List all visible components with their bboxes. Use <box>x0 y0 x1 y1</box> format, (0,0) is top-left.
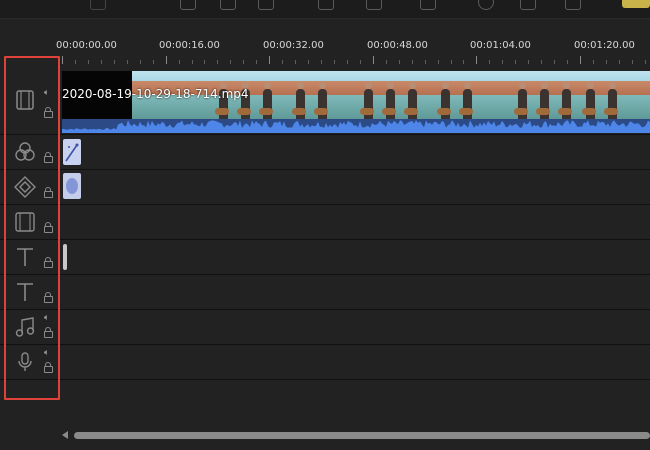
ruler-tick <box>592 60 594 64</box>
ruler-label: 00:01:04.00 <box>470 40 531 51</box>
text-clip[interactable] <box>63 244 67 270</box>
ruler-tick <box>321 60 322 64</box>
track-divider <box>0 134 650 135</box>
track-divider <box>0 204 650 205</box>
clip-thumbnail <box>576 71 650 119</box>
ruler-tick <box>411 60 413 64</box>
track-divider <box>0 239 650 240</box>
toolbar-icon[interactable] <box>90 0 106 10</box>
ruler-tick <box>424 60 426 64</box>
track-headers-highlight <box>4 56 60 400</box>
ruler-tick <box>372 56 374 64</box>
effect-clip[interactable] <box>63 139 81 165</box>
ruler-tick <box>243 60 245 64</box>
clip-thumbnail <box>354 71 429 119</box>
audio-waveform <box>62 119 650 133</box>
ruler-tick <box>631 60 633 64</box>
ruler-tick <box>256 60 258 64</box>
overlay-clip[interactable] <box>63 173 81 199</box>
ruler-tick <box>204 60 206 64</box>
ruler-tick <box>437 60 439 64</box>
ruler-tick <box>295 60 297 64</box>
track-divider <box>0 309 650 310</box>
ruler-tick <box>515 60 517 64</box>
ruler-tick <box>463 60 465 64</box>
ruler-tick <box>178 60 180 64</box>
overlay-thumbnail-icon <box>66 178 78 194</box>
ruler-tick <box>62 56 63 64</box>
ruler-tick <box>528 60 530 64</box>
clip-thumbnail <box>280 71 355 119</box>
ruler-tick <box>269 56 271 64</box>
ruler-label: 00:00:00.00 <box>56 40 117 51</box>
track-divider <box>0 274 650 275</box>
ruler-tick <box>308 60 310 64</box>
ruler-tick <box>476 56 478 64</box>
toolbar-icon[interactable] <box>366 0 382 10</box>
video-clip[interactable]: 2020-08-19-10-29-18-714.mp4 <box>62 71 650 133</box>
ruler-tick <box>644 60 646 64</box>
ruler-tick <box>152 60 154 64</box>
track-divider <box>0 344 650 345</box>
ruler-tick <box>100 60 102 64</box>
ruler-tick <box>605 60 607 64</box>
top-toolbar <box>0 0 650 19</box>
track-divider <box>0 169 650 170</box>
ruler-tick <box>554 60 556 64</box>
toolbar-icon[interactable] <box>258 0 274 10</box>
clip-filename: 2020-08-19-10-29-18-714.mp4 <box>62 87 249 101</box>
ruler-tick <box>398 60 400 64</box>
ruler-tick <box>74 60 76 64</box>
scroll-left-arrow-icon[interactable] <box>62 431 68 439</box>
clip-thumbnail <box>428 71 503 119</box>
ruler-tick <box>191 60 193 64</box>
track-divider <box>0 379 650 380</box>
toolbar-icon[interactable] <box>565 0 581 10</box>
ruler-tick <box>567 60 569 64</box>
ruler-label: 00:01:20.00 <box>574 40 635 51</box>
ruler-tick <box>346 60 348 64</box>
ruler-tick <box>282 60 284 64</box>
toolbar-icon[interactable] <box>318 0 334 10</box>
ruler-tick <box>217 60 219 64</box>
ruler-tick <box>385 60 387 64</box>
ruler-tick <box>450 60 452 64</box>
export-button[interactable] <box>622 0 650 8</box>
ruler-tick <box>359 60 361 64</box>
ruler-label: 00:00:32.00 <box>263 40 324 51</box>
magic-wand-icon <box>65 143 79 162</box>
ruler-label: 00:00:48.00 <box>367 40 428 51</box>
ruler-tick <box>580 56 581 64</box>
ruler-tick <box>541 60 543 64</box>
ruler-tick <box>489 60 491 64</box>
ruler-tick <box>333 60 335 64</box>
toolbar-icon[interactable] <box>180 0 196 10</box>
ruler-tick <box>139 60 141 64</box>
horizontal-scrollbar[interactable] <box>74 432 650 439</box>
toolbar-icon[interactable] <box>420 0 436 10</box>
toolbar-icon[interactable] <box>478 0 494 10</box>
ruler-tick <box>502 60 504 64</box>
toolbar-icon[interactable] <box>520 0 536 10</box>
ruler-tick <box>618 60 620 64</box>
ruler-label: 00:00:16.00 <box>159 40 220 51</box>
ruler-tick <box>113 60 115 64</box>
clip-thumbnail <box>502 71 577 119</box>
ruler-tick <box>230 60 232 64</box>
ruler-tick <box>87 60 89 64</box>
toolbar-icon[interactable] <box>220 0 236 10</box>
ruler-tick <box>165 56 167 64</box>
timeline-ruler[interactable]: 00:00:00.00 00:00:16.00 00:00:32.00 00:0… <box>0 36 650 64</box>
ruler-tick <box>126 60 128 64</box>
